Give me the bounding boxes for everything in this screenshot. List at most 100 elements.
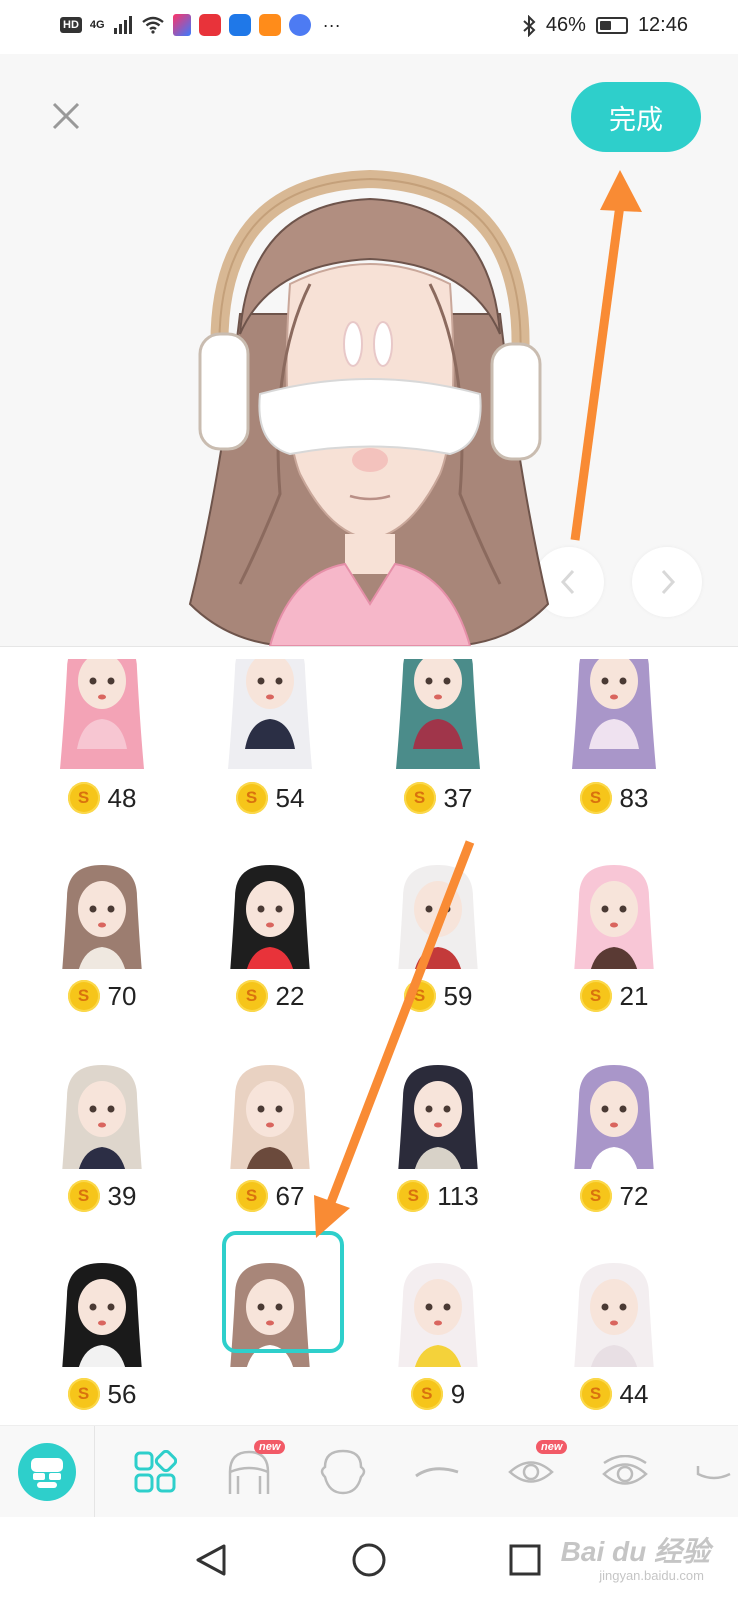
price-value: 9: [450, 1378, 466, 1409]
status-left: HD 4G ···: [60, 14, 341, 36]
price-value: 59: [443, 980, 473, 1011]
grid-item[interactable]: S 39: [10, 1057, 194, 1259]
item-price: S 21: [552, 980, 676, 1012]
hair-tab[interactable]: new: [202, 1426, 296, 1518]
avatar-thumbnail: [398, 1065, 478, 1169]
clock: 12:46: [637, 14, 688, 36]
price-value: 44: [619, 1378, 649, 1409]
item-price: S 39: [40, 1180, 164, 1212]
templates-icon: [134, 1450, 177, 1493]
grid-item[interactable]: S 72: [522, 1057, 706, 1259]
price-value: 70: [107, 980, 137, 1011]
more-tab[interactable]: [690, 1426, 738, 1518]
eyebrow-tab[interactable]: [390, 1426, 484, 1518]
templates-tab[interactable]: [108, 1426, 202, 1518]
huawei-store-icon: [198, 14, 221, 36]
face-shape-icon: [320, 1449, 366, 1495]
grid-item[interactable]: S 70: [10, 857, 194, 1059]
avatar-thumbnail: [60, 659, 144, 769]
more-notifications: ···: [322, 14, 341, 35]
avatar-thumbnail: [572, 659, 656, 769]
avatar-icon: [18, 1443, 76, 1501]
avatar-figure: [188, 169, 550, 646]
item-price: S 54: [208, 782, 332, 814]
grid-item[interactable]: S 56: [10, 1255, 194, 1425]
price-value: 54: [275, 782, 305, 813]
price-value: 39: [107, 1180, 137, 1211]
battery-icon: [595, 17, 628, 34]
grid-item[interactable]: S 59: [346, 857, 530, 1059]
grid-item[interactable]: S 44: [522, 1255, 706, 1425]
video-icon: [258, 14, 281, 36]
grid-item[interactable]: S 113: [346, 1057, 530, 1259]
avatar-thumbnail: [398, 1263, 478, 1367]
avatar-thumbnail: [574, 1065, 654, 1169]
coin-icon: S: [67, 980, 100, 1012]
new-badge: new: [536, 1440, 568, 1454]
grid-item[interactable]: S 21: [522, 857, 706, 1059]
hd-indicator: HD: [60, 17, 82, 33]
avatar-thumbnail: [230, 1065, 310, 1169]
grid-item[interactable]: S 83: [522, 659, 706, 861]
eyebrow-icon: [415, 1467, 459, 1478]
coin-icon: S: [67, 1378, 100, 1410]
avatar-tab[interactable]: [0, 1426, 94, 1518]
avatar-thumbnail: [398, 865, 478, 969]
grid-item[interactable]: S 48: [10, 659, 194, 861]
item-price: S 113: [376, 1180, 500, 1212]
chevron-right-icon: [661, 569, 676, 595]
item-price: S 59: [376, 980, 500, 1012]
price-value: 72: [619, 1180, 649, 1211]
face-shape-tab[interactable]: [296, 1426, 390, 1518]
youku-icon: [172, 14, 191, 36]
item-price: S 37: [376, 782, 500, 814]
bulb-icon: [228, 14, 251, 36]
recents-button[interactable]: [500, 1535, 550, 1585]
eyes-tab[interactable]: new: [484, 1426, 578, 1518]
coin-icon: S: [579, 1378, 612, 1410]
status-bar: HD 4G ··· 46% 12:46: [0, 0, 738, 54]
price-value: 37: [443, 782, 473, 813]
item-price: S9: [376, 1378, 500, 1410]
battery-percent: 46%: [545, 14, 586, 36]
coin-icon: S: [579, 1180, 612, 1212]
close-icon[interactable]: [44, 94, 88, 138]
price-value: 67: [275, 1180, 305, 1211]
music-icon: [288, 14, 311, 36]
signal-icon: [113, 16, 132, 34]
price-value: 21: [619, 980, 649, 1011]
battery-level-fill: [599, 21, 611, 30]
price-value: 56: [107, 1378, 137, 1409]
grid-item[interactable]: S 54: [178, 659, 362, 861]
item-price: S 48: [40, 782, 164, 814]
grid-item[interactable]: S9: [346, 1255, 530, 1425]
grid-item[interactable]: S 22: [178, 857, 362, 1059]
tab-separator: [94, 1426, 95, 1518]
home-button[interactable]: [344, 1535, 394, 1585]
done-button[interactable]: 完成: [571, 82, 701, 152]
eye-detail-tab[interactable]: [578, 1426, 672, 1518]
watermark-logo: Bai du 经验: [560, 1536, 710, 1567]
coin-icon: S: [235, 1180, 268, 1212]
hair-icon: [228, 1450, 270, 1494]
coin-icon: S: [579, 782, 612, 814]
mouth-icon: [696, 1466, 731, 1480]
coin-icon: S: [579, 980, 612, 1012]
category-tab-bar: new new: [0, 1425, 738, 1518]
item-price: S 67: [208, 1180, 332, 1212]
grid-item[interactable]: S 67: [178, 1057, 362, 1259]
item-price: S 44: [552, 1378, 676, 1410]
item-grid: S 48 S 54 S 37 S 83 S 70 S 22 S 59 S 21 S 39 S 67 S 113 S 72 S 56…: [0, 647, 738, 1425]
price-value: 22: [275, 980, 305, 1011]
coin-icon: S: [410, 1378, 443, 1410]
back-button[interactable]: [186, 1535, 236, 1585]
wifi-icon: [141, 16, 164, 34]
avatar-thumbnail: [228, 659, 312, 769]
price-value: 83: [619, 782, 649, 813]
bluetooth-icon: [523, 14, 536, 37]
grid-item[interactable]: S 37: [346, 659, 530, 861]
status-right: 46% 12:46: [522, 14, 688, 37]
avatar-thumbnail: [396, 659, 480, 769]
avatar-thumbnail: [62, 1065, 142, 1169]
next-button[interactable]: [632, 547, 702, 617]
